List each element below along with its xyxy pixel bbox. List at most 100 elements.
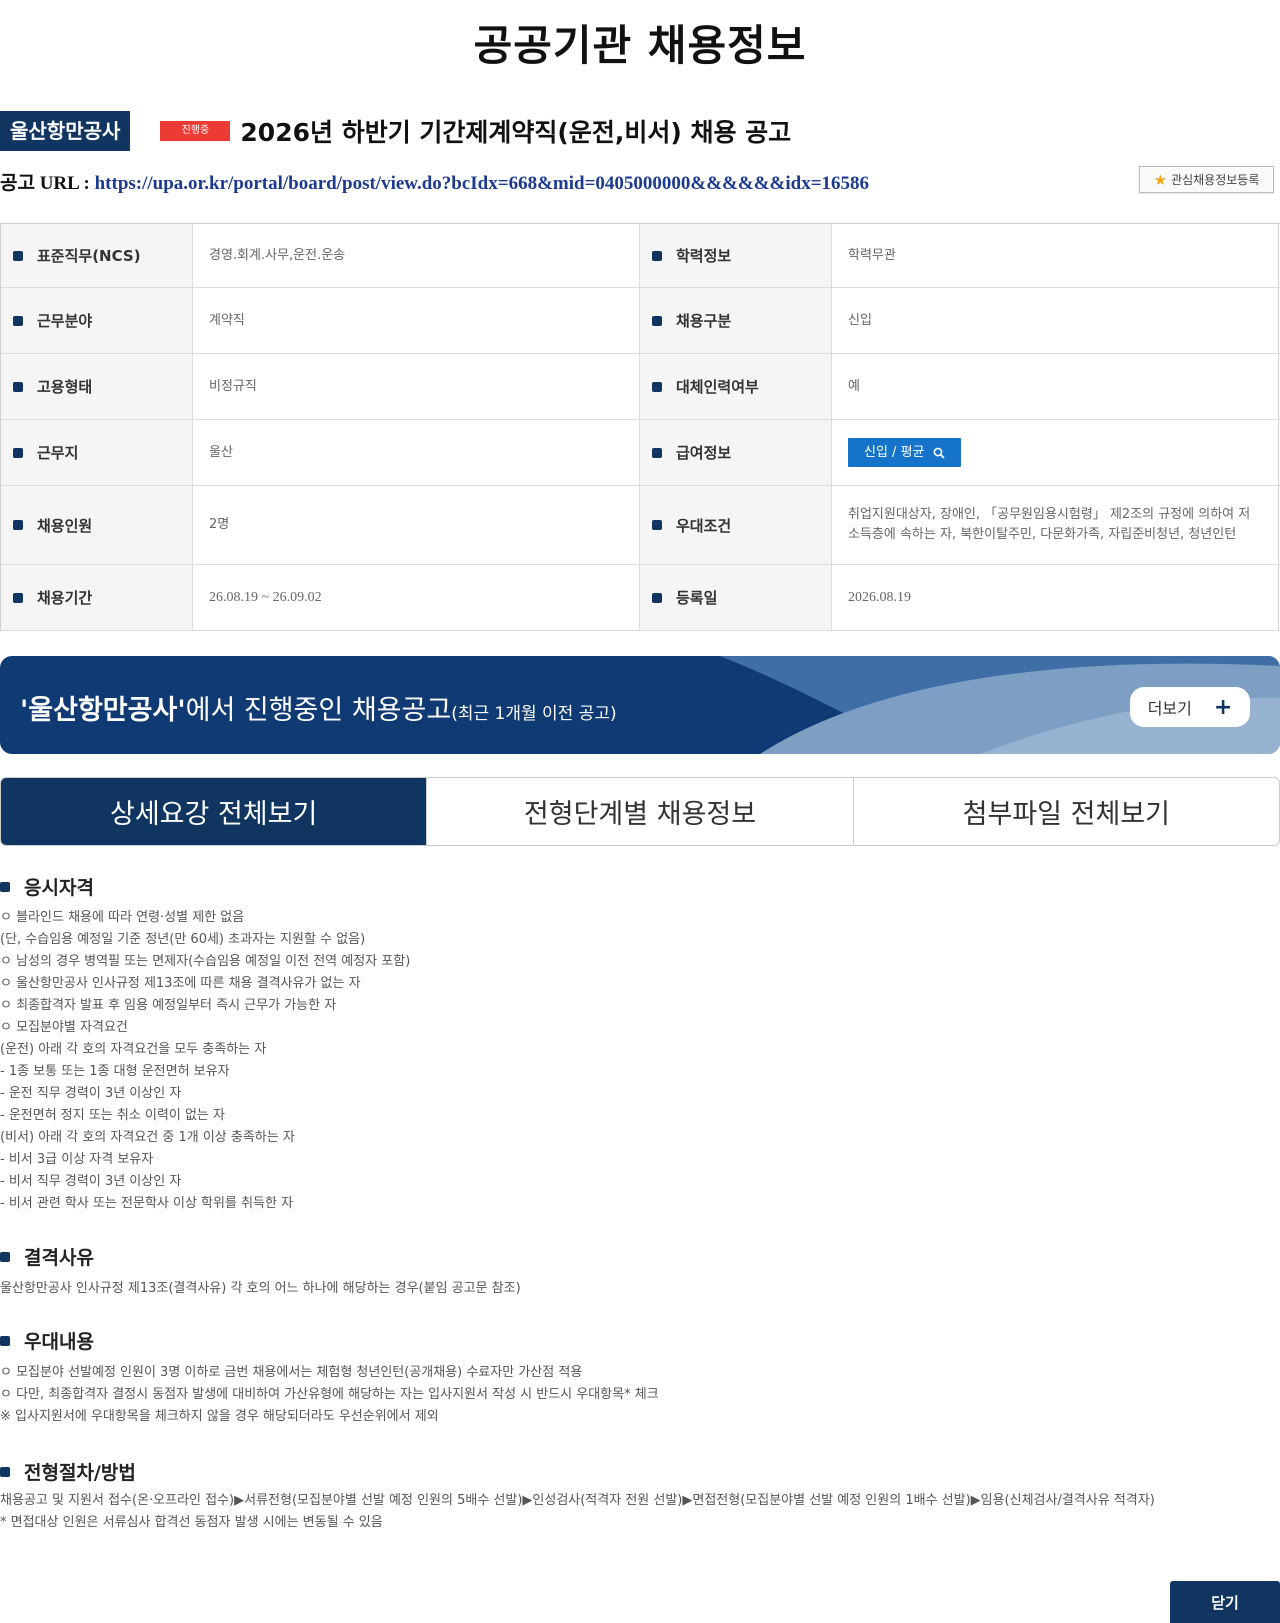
- section-title-label: 응시자격: [24, 877, 94, 899]
- info-value: 2026.08.19: [832, 565, 1279, 630]
- bullet-square-icon: [13, 250, 23, 261]
- info-header-label: 채용인원: [37, 516, 93, 535]
- info-row: 근무분야 계약직 채용구분 신입: [1, 288, 1280, 354]
- org-badge: 울산항만공사: [0, 111, 131, 151]
- bullet-square-icon: [652, 520, 662, 530]
- bullet-square-icon: [652, 315, 662, 326]
- info-header-label: 고용형태: [37, 378, 93, 396]
- info-value: 2명: [193, 486, 640, 564]
- notice-header: 울산항만공사 진행중 2026년 하반기 기간제계약직(운전,비서) 채용 공고: [0, 111, 791, 151]
- info-value: 학력무관: [832, 224, 1279, 287]
- salary-info-label: 신입 / 평균: [864, 444, 925, 460]
- info-header: 우대조건: [640, 486, 832, 564]
- list-item: * 면접대상 인원은 서류심사 합격선 동점자 발생 시에는 변동될 수 있음: [0, 1515, 383, 1530]
- bullet-square-icon: [0, 1251, 10, 1262]
- info-header-label: 학력정보: [676, 247, 732, 265]
- tab-attachments[interactable]: 첨부파일 전체보기: [854, 778, 1279, 845]
- list-item: ㅇ 남성의 경우 병역필 또는 면제자(수습임용 예정일 이전 전역 예정자 포…: [0, 954, 411, 969]
- info-header: 대체인력여부: [640, 354, 832, 419]
- info-header: 표준직무(NCS): [1, 224, 193, 287]
- banner-org-name: 울산항만공사: [28, 695, 178, 726]
- salary-info-button[interactable]: 신입 / 평균: [848, 438, 961, 467]
- list-item: ㅇ 모집분야별 자격요건: [0, 1020, 128, 1035]
- info-header-label: 급여정보: [676, 444, 732, 462]
- bullet-square-icon: [13, 381, 23, 392]
- info-value: 비정규직: [193, 354, 640, 419]
- info-row: 채용기간 26.08.19 ~ 26.09.02 등록일 2026.08.19: [1, 565, 1280, 631]
- banner-quote-close: ': [177, 695, 186, 726]
- info-header-label: 대체인력여부: [676, 378, 759, 396]
- info-value: 신입: [832, 288, 1279, 353]
- org-ongoing-banner: '울산항만공사'에서 진행중인 채용공고(최근 1개월 이전 공고) 더보기 +: [0, 656, 1280, 754]
- banner-heading: '울산항만공사'에서 진행중인 채용공고(최근 1개월 이전 공고): [20, 688, 617, 727]
- list-item: 채용공고 및 지원서 접수(온·오프라인 접수)▶서류전형(모집분야별 선발 예…: [0, 1493, 1155, 1508]
- info-value: 경영.회계.사무,운전.운송: [193, 224, 640, 287]
- notice-url-link[interactable]: https://upa.or.kr/portal/board/post/view…: [95, 173, 869, 194]
- preference-list: ㅇ 모집분야 선발예정 인원이 3명 이하로 금번 채용에서는 체험형 청년인턴…: [0, 1362, 1280, 1428]
- more-button[interactable]: 더보기 +: [1130, 687, 1250, 727]
- list-item: - 운전 직무 경력이 3년 이상인 자: [0, 1086, 182, 1101]
- list-item: ㅇ 다만, 최종합격자 결정시 동점자 발생에 대비하여 가산유형에 해당하는 …: [0, 1387, 659, 1402]
- section-title-label: 우대내용: [24, 1331, 94, 1353]
- section-title-preference: 우대내용: [0, 1327, 94, 1354]
- info-header-label: 근무지: [37, 444, 79, 462]
- bullet-square-icon: [13, 592, 23, 603]
- info-row: 근무지 울산 급여정보 신입 / 평균: [1, 420, 1280, 486]
- info-value: 예: [832, 354, 1279, 419]
- bullet-square-icon: [0, 881, 10, 892]
- more-button-label: 더보기: [1147, 699, 1192, 718]
- bullet-square-icon: [0, 1466, 10, 1477]
- favorite-register-button[interactable]: ★ 관심채용정보등록: [1139, 166, 1274, 193]
- procedure-list: 채용공고 및 지원서 접수(온·오프라인 접수)▶서류전형(모집분야별 선발 예…: [0, 1490, 1280, 1534]
- info-header: 학력정보: [640, 224, 832, 287]
- url-label: 공고 URL :: [0, 173, 95, 194]
- notice-title: 2026년 하반기 기간제계약직(운전,비서) 채용 공고: [240, 118, 792, 147]
- info-row: 채용인원 2명 우대조건 취업지원대상자, 장애인, 「공무원임용시험령」 제2…: [1, 486, 1280, 565]
- info-header: 근무지: [1, 420, 193, 485]
- list-item: ㅇ 블라인드 채용에 따라 연령·성별 제한 없음: [0, 910, 245, 925]
- list-item: 울산항만공사 인사규정 제13조(결격사유) 각 호의 어느 하나에 해당하는 …: [0, 1281, 521, 1296]
- section-title-label: 전형절차/방법: [24, 1462, 136, 1484]
- banner-subnote: (최근 1개월 이전 공고): [451, 704, 617, 724]
- section-title-qualification: 응시자격: [0, 873, 94, 900]
- info-header: 등록일: [640, 565, 832, 630]
- section-title-label: 결격사유: [24, 1247, 94, 1269]
- status-badge: 진행중: [160, 121, 231, 141]
- star-icon: ★: [1153, 170, 1168, 189]
- qualification-list: ㅇ 블라인드 채용에 따라 연령·성별 제한 없음 (단, 수습임용 예정일 기…: [0, 907, 1280, 1215]
- close-button[interactable]: 닫기: [1170, 1581, 1280, 1623]
- bullet-square-icon: [13, 315, 23, 326]
- list-item: ※ 입사지원서에 우대항목을 체크하지 않을 경우 해당되더라도 우선순위에서 …: [0, 1409, 439, 1424]
- info-header: 채용인원: [1, 486, 193, 564]
- info-header-label: 채용기간: [37, 589, 93, 607]
- tab-full-details[interactable]: 상세요강 전체보기: [1, 778, 428, 845]
- bullet-square-icon: [13, 520, 23, 530]
- info-value: 26.08.19 ~ 26.09.02: [193, 565, 640, 630]
- bullet-square-icon: [652, 592, 662, 603]
- info-value: 취업지원대상자, 장애인, 「공무원임용시험령」 제2조의 규정에 의하여 저소…: [832, 486, 1279, 564]
- list-item: - 비서 관련 학사 또는 전문학사 이상 학위를 취득한 자: [0, 1196, 294, 1211]
- bullet-square-icon: [652, 447, 662, 458]
- bullet-square-icon: [13, 447, 23, 458]
- list-item: - 비서 직무 경력이 3년 이상인 자: [0, 1174, 182, 1189]
- tab-stage-info[interactable]: 전형단계별 채용정보: [427, 778, 854, 845]
- page-title: 공공기관 채용정보: [473, 21, 807, 70]
- info-header: 채용기간: [1, 565, 193, 630]
- disqualification-list: 울산항만공사 인사규정 제13조(결격사유) 각 호의 어느 하나에 해당하는 …: [0, 1278, 1280, 1300]
- info-row: 표준직무(NCS) 경영.회계.사무,운전.운송 학력정보 학력무관: [1, 224, 1280, 288]
- info-header-label: 근무분야: [37, 312, 93, 330]
- list-item: ㅇ 모집분야 선발예정 인원이 3명 이하로 금번 채용에서는 체험형 청년인턴…: [0, 1365, 583, 1380]
- favorite-register-label: 관심채용정보등록: [1171, 173, 1260, 187]
- info-row: 고용형태 비정규직 대체인력여부 예: [1, 354, 1280, 420]
- list-item: (운전) 아래 각 호의 자격요건을 모두 충족하는 자: [0, 1042, 267, 1057]
- section-title-procedure: 전형절차/방법: [0, 1458, 136, 1485]
- info-header: 고용형태: [1, 354, 193, 419]
- info-value: 신입 / 평균: [832, 420, 1279, 485]
- section-title-disqualification: 결격사유: [0, 1243, 94, 1270]
- list-item: (단, 수습임용 예정일 기준 정년(만 60세) 초과자는 지원할 수 없음): [0, 932, 366, 947]
- list-item: - 1종 보통 또는 1종 대형 운전면허 보유자: [0, 1064, 230, 1079]
- bullet-square-icon: [652, 381, 662, 392]
- info-value: 울산: [193, 420, 640, 485]
- info-header-label: 우대조건: [676, 516, 732, 535]
- info-header-label: 표준직무(NCS): [37, 247, 141, 265]
